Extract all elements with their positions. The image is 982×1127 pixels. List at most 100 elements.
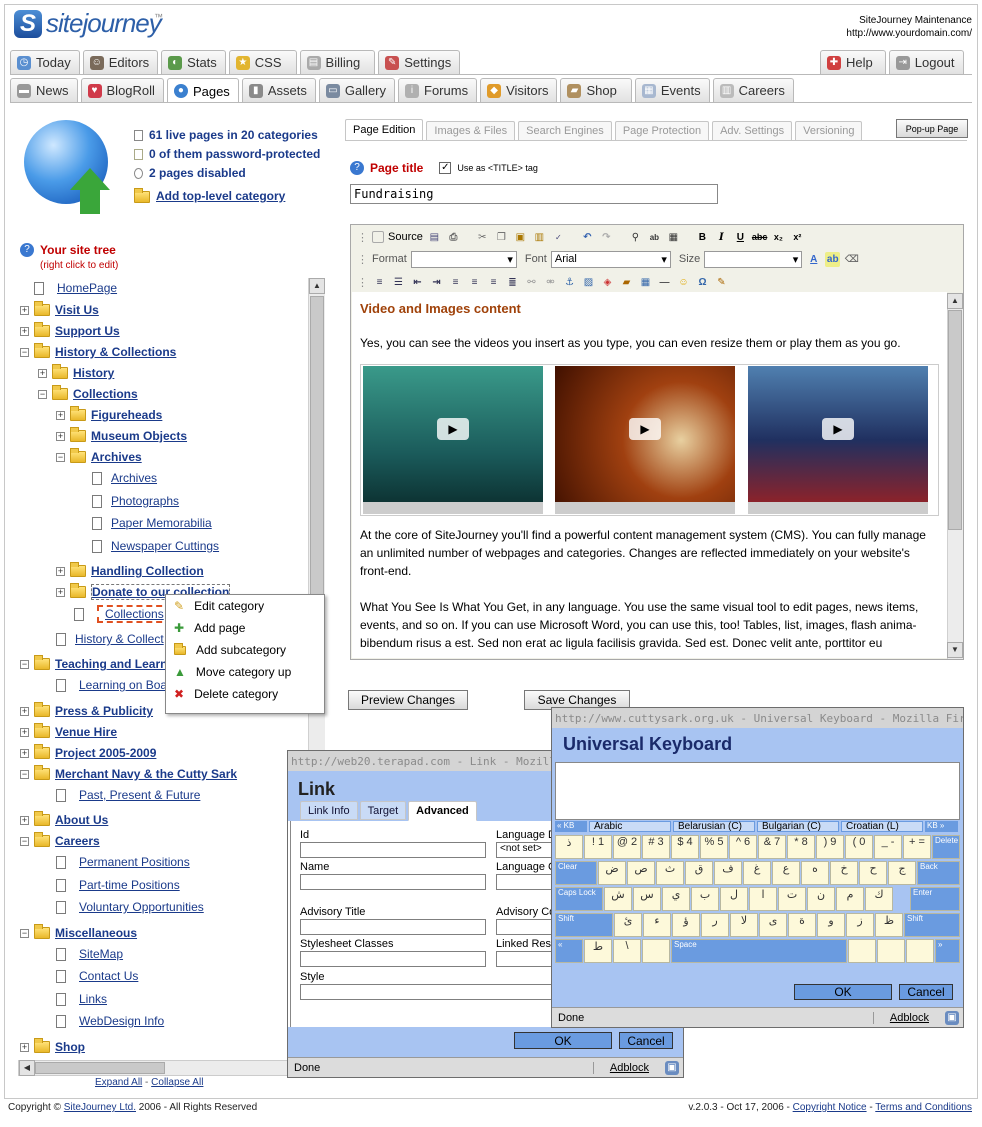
tree-item-collections-selected[interactable]: Collections [97,605,172,623]
keyboard-ok-button[interactable]: OK [794,984,892,1000]
unlink-icon[interactable]: ⚮ [543,275,558,290]
tree-item-merchant-navy[interactable]: Merchant Navy & the Cutty Sark [55,767,237,781]
collapse-icon[interactable]: − [56,452,65,462]
tab-page-edition[interactable]: Page Edition [345,119,424,141]
italic-icon[interactable]: I [714,230,729,245]
key[interactable]: ^ 6 [729,835,757,859]
lang-dir-select[interactable]: <not set> [496,842,556,858]
tab-pages[interactable]: ● Pages [166,78,239,103]
tab-visitors[interactable]: ◆ Visitors [480,78,558,102]
expand-icon[interactable]: + [20,305,29,315]
format-select[interactable]: ▾ [410,250,517,268]
scroll-down-icon[interactable]: ▼ [947,642,963,658]
key[interactable]: ز [846,913,874,937]
tab-advanced[interactable]: Advanced [408,801,477,821]
tree-item-shop[interactable]: Shop [55,1040,85,1054]
tree-item-history[interactable]: History [73,366,114,380]
tree-item-voluntary[interactable]: Voluntary Opportunities [79,900,204,914]
cut-icon[interactable]: ✂ [475,230,490,245]
tree-item-history-collections[interactable]: History & Collections [55,345,176,359]
tree-item-press[interactable]: Press & Publicity [55,704,153,718]
collapse-all-link[interactable]: Collapse All [151,1077,203,1088]
tree-item-archives-category[interactable]: Archives [91,450,142,464]
tree-item-miscellaneous[interactable]: Miscellaneous [55,926,137,940]
key[interactable]: + = [903,835,931,859]
key[interactable]: # 3 [642,835,670,859]
collapse-icon[interactable]: − [38,389,47,399]
next-key[interactable]: » [935,939,960,963]
hscroll-thumb[interactable] [35,1062,165,1074]
key[interactable]: ث [656,861,684,885]
scroll-left-icon[interactable]: ◀ [19,1060,35,1076]
key[interactable]: ب [691,887,719,911]
scroll-thumb[interactable] [948,310,962,530]
key[interactable]: ع [772,861,800,885]
new-page-icon[interactable]: ▤ [427,230,442,245]
key[interactable]: ئ [614,913,642,937]
link-ok-button[interactable]: OK [514,1032,612,1049]
tab-link-info[interactable]: Link Info [300,801,358,820]
key[interactable]: * 8 [787,835,815,859]
copyright-notice-link[interactable]: Copyright Notice [793,1102,867,1113]
tree-item-venue-hire[interactable]: Venue Hire [55,725,117,739]
subscript-icon[interactable]: x₂ [771,230,786,245]
use-as-title-checkbox[interactable]: ✓ [439,162,452,174]
tab-billing[interactable]: ▤ Billing [299,50,376,74]
key[interactable]: ت [778,887,806,911]
key[interactable]: لا [730,913,758,937]
collapse-icon[interactable]: − [20,347,29,357]
key[interactable] [906,939,934,963]
copy-icon[interactable]: ❐ [494,230,509,245]
print-icon[interactable]: ⎙ [446,230,461,245]
key[interactable]: ء [643,913,671,937]
key[interactable]: $ 4 [671,835,699,859]
tab-gallery[interactable]: ▭ Gallery [318,78,396,102]
expand-icon[interactable]: + [20,706,29,716]
size-select[interactable]: ▾ [704,250,803,268]
expand-icon[interactable]: + [56,410,65,420]
name-input[interactable] [300,874,486,890]
menu-add-subcategory[interactable]: Add subcategory [166,639,324,661]
select-all-icon[interactable]: ▦ [666,230,681,245]
collapse-icon[interactable]: − [20,836,29,846]
tab-editors[interactable]: ☺ Editors [82,50,159,74]
lang-belarusian[interactable]: Belarusian (C) [673,821,755,832]
scroll-up-icon[interactable]: ▲ [309,278,325,294]
key[interactable]: ص [627,861,655,885]
key[interactable] [642,939,670,963]
image-icon[interactable]: ▨ [581,275,596,290]
video-controls[interactable] [363,502,543,514]
tree-item-part-time[interactable]: Part-time Positions [79,878,180,892]
paste-text-icon[interactable]: ▥ [532,230,547,245]
key[interactable]: ذ [555,835,583,859]
lang-croatian[interactable]: Croatian (L) [841,821,923,832]
key[interactable]: % 5 [700,835,728,859]
key[interactable]: س [633,887,661,911]
scroll-up-icon[interactable]: ▲ [947,293,963,309]
key[interactable]: @ 2 [613,835,641,859]
key[interactable]: م [836,887,864,911]
play-icon[interactable]: ▶ [629,418,661,440]
outdent-icon[interactable]: ⇤ [410,275,425,290]
key[interactable]: ؤ [672,913,700,937]
superscript-icon[interactable]: x² [790,230,805,245]
tree-item-photographs[interactable]: Photographs [111,494,179,508]
advisory-title-input[interactable] [300,919,486,935]
expand-icon[interactable]: + [20,326,29,336]
tab-help[interactable]: ✚ Help [820,50,886,74]
keyboard-cancel-button[interactable]: Cancel [899,984,953,1000]
key[interactable]: _ - [874,835,902,859]
redo-icon[interactable]: ↷ [599,230,614,245]
video-controls[interactable] [748,502,928,514]
video-thumbnail-2[interactable]: ▶ [555,366,735,514]
key[interactable]: ة [788,913,816,937]
anchor-icon[interactable]: ⚓ [562,275,577,290]
terms-link[interactable]: Terms and Conditions [875,1102,972,1113]
back-key[interactable]: Back [917,861,960,885]
tree-item-project[interactable]: Project 2005-2009 [55,746,156,760]
keyboard-titlebar[interactable]: http://www.cuttysark.org.uk - Universal … [552,708,963,728]
tab-stats[interactable]: ◐ Stats [161,50,226,74]
video-controls[interactable] [555,502,735,514]
table-icon[interactable]: ▦ [638,275,653,290]
tab-events[interactable]: ▦ Events [634,78,710,102]
